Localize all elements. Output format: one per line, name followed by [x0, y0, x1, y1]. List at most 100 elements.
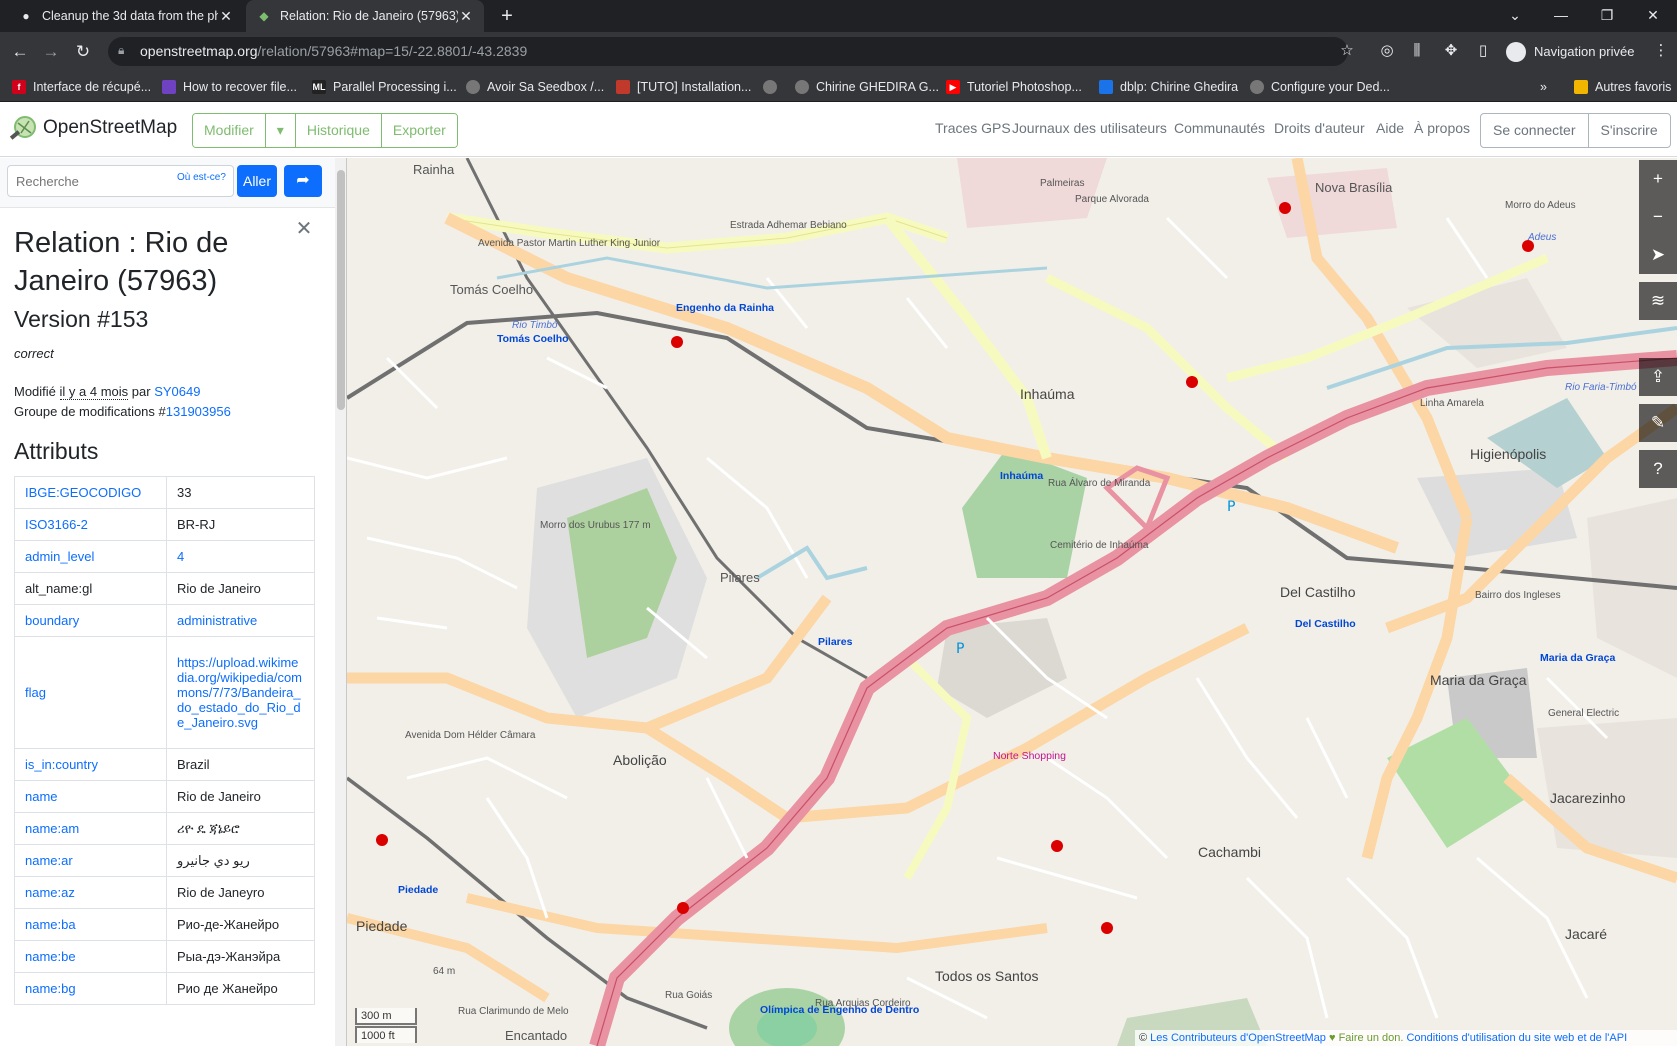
tab-search-icon[interactable]: ⌄ — [1492, 0, 1538, 32]
close-tab-icon[interactable]: ✕ — [458, 8, 474, 25]
attribute-value[interactable]: administrative — [166, 604, 315, 637]
close-tab-icon[interactable]: ✕ — [218, 8, 234, 25]
sidebar-scrollbar-thumb[interactable] — [337, 170, 345, 410]
bookmark-item[interactable]: ML Parallel Processing i... — [312, 78, 457, 96]
zoom-out-icon[interactable]: − — [1639, 198, 1677, 236]
bookmark-item[interactable]: f Interface de récupé... — [12, 78, 151, 96]
bookmark-item[interactable]: dblp: Chirine Ghedira — [1099, 78, 1238, 96]
bookmark-star-icon[interactable]: ☆ — [1336, 40, 1358, 62]
side-panel-icon[interactable]: ▯ — [1472, 40, 1494, 62]
extension-circle-icon[interactable]: ◎ — [1376, 40, 1398, 62]
bookmark-item[interactable]: How to recover file... — [162, 78, 297, 96]
login-button[interactable]: Se connecter — [1481, 114, 1589, 147]
attribute-value: Rio de Janeiro — [166, 572, 315, 605]
url-path: /relation/57963#map=15/-22.8801/-43.2839 — [257, 43, 528, 59]
signup-button[interactable]: S'inscrire — [1589, 114, 1670, 147]
share-icon[interactable]: ⇪ — [1639, 358, 1677, 396]
bookmark-item[interactable]: ▶ Tutoriel Photoshop... — [946, 78, 1082, 96]
map-label: Todos os Santos — [935, 968, 1039, 984]
bookmark-item[interactable]: Chirine GHEDIRA G... — [795, 78, 939, 96]
private-browsing-badge[interactable]: Navigation privée — [1500, 37, 1650, 66]
attribute-key[interactable]: name:ar — [14, 844, 167, 877]
attribute-key[interactable]: name:ba — [14, 908, 167, 941]
back-icon[interactable]: ← — [6, 38, 34, 66]
nav-link-gps-traces[interactable]: Traces GPS — [935, 120, 1011, 136]
osm-logo-icon[interactable] — [9, 115, 37, 143]
attribute-key[interactable]: boundary — [14, 604, 167, 637]
nav-link-about[interactable]: À propos — [1414, 120, 1470, 136]
attribute-key[interactable]: name:am — [14, 812, 167, 845]
nav-link-communities[interactable]: Communautés — [1174, 120, 1265, 136]
bookmark-label: Tutoriel Photoshop... — [967, 80, 1082, 94]
attribute-key[interactable]: ISO3166-2 — [14, 508, 167, 541]
minimize-icon[interactable]: — — [1538, 0, 1584, 32]
export-button[interactable]: Exporter — [381, 114, 457, 147]
other-bookmarks-folder[interactable]: Autres favoris — [1574, 78, 1671, 96]
attribute-row: is_in:country Brazil — [14, 748, 315, 781]
bookmark-item[interactable]: Configure your Ded... — [1250, 78, 1390, 96]
user-link[interactable]: SY0649 — [154, 384, 200, 399]
where-is-this-link[interactable]: Où est-ce? — [177, 172, 226, 183]
bookmark-item[interactable]: [TUTO] Installation... — [616, 78, 751, 96]
zoom-in-icon[interactable]: + — [1639, 160, 1677, 198]
map-view[interactable]: P P Rainha Tomás Coelho Engenho da Rainha T… — [347, 158, 1677, 1046]
restore-icon[interactable]: ❐ — [1584, 0, 1630, 32]
tab-relation-rio[interactable]: ◆ Relation: Rio de Janeiro (57963) | ✕ — [246, 0, 484, 32]
go-button[interactable]: Aller — [237, 165, 277, 197]
edit-dropdown-icon[interactable]: ▾ — [265, 114, 296, 147]
osm-brand-name[interactable]: OpenStreetMap — [43, 117, 177, 139]
nav-link-copyright[interactable]: Droits d'auteur — [1274, 120, 1365, 136]
attribute-value-link[interactable]: administrative — [177, 613, 257, 628]
sidebar-scrollbar[interactable] — [335, 158, 346, 1046]
url-text[interactable]: openstreetmap.org/relation/57963#map=15/… — [140, 43, 527, 59]
page-title: Relation : Rio de Janeiro (57963) — [14, 227, 229, 297]
attribute-key[interactable]: is_in:country — [14, 748, 167, 781]
locate-icon[interactable]: ➤ — [1639, 236, 1677, 274]
map-canvas[interactable]: P P — [347, 158, 1677, 1046]
donate-link[interactable]: ♥ Faire un don. — [1329, 1032, 1403, 1044]
attribute-key[interactable]: name:az — [14, 876, 167, 909]
map-label: Piedade — [398, 884, 439, 896]
attribute-key[interactable]: IBGE:GEOCODIGO — [14, 476, 167, 509]
tab-cleanup-3d-data[interactable]: ● Cleanup the 3d data from the ph ✕ — [8, 0, 244, 32]
nav-link-user-diaries[interactable]: Journaux des utilisateurs — [1012, 120, 1167, 136]
bookmark-item[interactable]: Avoir Sa Seedbox /... — [466, 78, 604, 96]
directions-icon[interactable]: ➦ — [284, 165, 322, 197]
lock-icon[interactable]: 🔒︎ — [118, 43, 132, 59]
query-icon[interactable]: ? — [1639, 450, 1677, 488]
address-bar[interactable]: 🔒︎ openstreetmap.org/relation/57963#map=… — [108, 37, 1348, 66]
note-icon[interactable]: ✎ — [1639, 404, 1677, 442]
terms-link[interactable]: Conditions d'utilisation du site web et … — [1406, 1032, 1627, 1044]
layers-icon[interactable]: ≋ — [1639, 282, 1677, 320]
incognito-icon — [1506, 41, 1526, 62]
library-icon[interactable]: ⫼ — [1406, 40, 1428, 62]
close-icon[interactable]: ✕ — [295, 219, 313, 239]
attribute-key[interactable]: admin_level — [14, 540, 167, 573]
contributors-link[interactable]: Les Contributeurs d'OpenStreetMap — [1150, 1032, 1326, 1044]
changeset-link[interactable]: 131903956 — [166, 404, 231, 419]
forward-icon[interactable]: → — [37, 38, 65, 66]
map-label: Rio Faria-Timbó — [1565, 382, 1637, 393]
attribute-value-link[interactable]: https://upload.wikimedia.org/wikipedia/c… — [177, 655, 302, 730]
attribute-key[interactable]: name:bg — [14, 972, 167, 1005]
attribute-value[interactable]: 4 — [166, 540, 315, 573]
attribute-value-link[interactable]: 4 — [177, 549, 184, 564]
attribute-value[interactable]: https://upload.wikimedia.org/wikipedia/c… — [166, 636, 315, 749]
extensions-puzzle-icon[interactable]: ✥ — [1440, 40, 1462, 62]
attribute-row: name Rio de Janeiro — [14, 780, 315, 813]
attribute-value: BR-RJ — [166, 508, 315, 541]
map-label: Jacaré — [1565, 926, 1608, 942]
bookmark-item[interactable] — [763, 78, 784, 96]
more-bookmarks-icon[interactable]: » — [1540, 78, 1547, 96]
edit-button[interactable]: Modifier — [193, 114, 266, 147]
nav-link-help[interactable]: Aide — [1376, 120, 1404, 136]
new-tab-button[interactable]: + — [495, 4, 519, 28]
history-button[interactable]: Historique — [295, 114, 382, 147]
attribute-key[interactable]: name — [14, 780, 167, 813]
close-window-icon[interactable]: ✕ — [1630, 0, 1676, 32]
svg-text:P: P — [956, 641, 964, 657]
attribute-key[interactable]: flag — [14, 636, 167, 749]
reload-icon[interactable]: ↻ — [69, 38, 97, 66]
attribute-key[interactable]: name:be — [14, 940, 167, 973]
browser-menu-icon[interactable]: ⋮ — [1650, 40, 1672, 62]
